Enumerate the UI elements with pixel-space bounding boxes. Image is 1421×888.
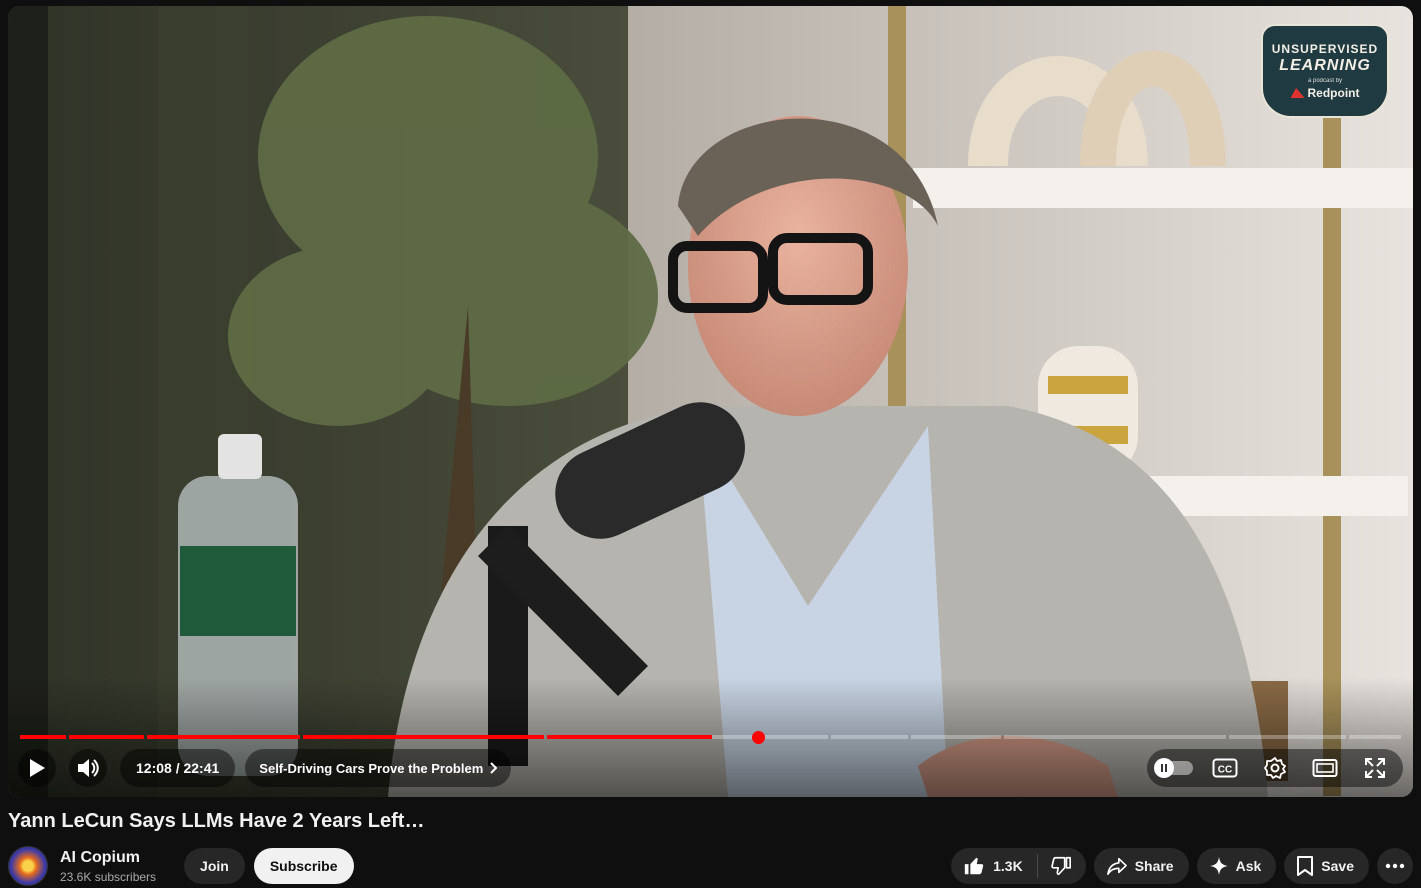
autoplay-knob [1154, 758, 1174, 778]
chapter-segment[interactable] [830, 735, 909, 739]
chapter-segment[interactable] [147, 735, 301, 739]
play-icon [30, 759, 45, 777]
share-button[interactable]: Share [1093, 848, 1189, 884]
badge-line-4: Redpoint [1290, 86, 1360, 100]
sparkle-icon [1209, 857, 1228, 875]
video-title: Yann LeCun Says LLMs Have 2 Years Left… [8, 810, 425, 832]
more-actions-button[interactable] [1377, 848, 1413, 884]
chapter-played-fill [147, 735, 301, 739]
channel-name[interactable]: AI Copium [60, 849, 156, 867]
like-count: 1.3K [993, 858, 1023, 874]
autoplay-toggle[interactable] [1153, 749, 1197, 787]
volume-icon [78, 759, 99, 777]
theater-mode-button[interactable] [1303, 749, 1347, 787]
video-actions: 1.3K Share Ask Save [951, 848, 1413, 884]
ask-label: Ask [1235, 858, 1262, 874]
chapter-segment[interactable] [1229, 735, 1346, 739]
channel-owner-row: AI Copium 23.6K subscribers Join Subscri… [8, 846, 354, 886]
chapter-segment[interactable] [1348, 735, 1401, 739]
badge-line-1: UNSUPERVISED [1271, 42, 1379, 56]
progress-bar[interactable] [20, 735, 1401, 739]
chapter-segment[interactable] [20, 735, 67, 739]
badge-brand: Redpoint [1307, 86, 1360, 100]
play-button[interactable] [18, 749, 56, 787]
thumbs-down-icon [1050, 856, 1071, 876]
svg-text:CC: CC [1218, 765, 1232, 776]
subscribe-button[interactable]: Subscribe [253, 848, 354, 884]
volume-button[interactable] [69, 749, 107, 787]
chapter-played-fill [303, 735, 544, 739]
dislike-button[interactable] [1038, 848, 1086, 884]
channel-meta: AI Copium 23.6K subscribers [60, 849, 156, 884]
like-dislike-group: 1.3K [951, 848, 1086, 884]
theater-mode-icon [1312, 759, 1338, 777]
chapter-segment[interactable] [911, 735, 1002, 739]
scrubber-handle[interactable] [752, 731, 765, 744]
badge-line-2: LEARNING [1279, 57, 1371, 74]
time-display: 12:08 / 22:41 [120, 749, 236, 787]
ask-button[interactable]: Ask [1196, 848, 1277, 884]
chapter-title-button[interactable]: Self-Driving Cars Prove the Problem [245, 749, 512, 787]
podcast-logo-badge: UNSUPERVISED LEARNING a podcast by Redpo… [1261, 24, 1389, 118]
redpoint-logo-icon [1290, 88, 1305, 98]
chapter-played-fill [69, 735, 145, 739]
chevron-right-icon [490, 762, 498, 774]
settings-button[interactable] [1253, 749, 1297, 787]
channel-avatar[interactable] [8, 846, 48, 886]
gear-icon [1264, 757, 1286, 779]
fullscreen-icon [1365, 758, 1385, 778]
chapter-segment[interactable] [1004, 735, 1227, 739]
chapter-segment[interactable] [69, 735, 145, 739]
video-player[interactable]: UNSUPERVISED LEARNING a podcast by Redpo… [8, 6, 1413, 797]
right-controls-pill: CC [1147, 749, 1403, 787]
like-button[interactable]: 1.3K [951, 848, 1037, 884]
right-controls: CC [1147, 749, 1403, 787]
subscriber-count: 23.6K subscribers [60, 869, 157, 884]
chapter-played-fill [20, 735, 67, 739]
badge-line-3: a podcast by [1307, 78, 1343, 84]
save-button[interactable]: Save [1284, 848, 1369, 884]
join-button[interactable]: Join [184, 848, 245, 884]
save-label: Save [1321, 858, 1354, 874]
fullscreen-button[interactable] [1353, 749, 1397, 787]
chapter-played-fill [546, 735, 713, 739]
chapter-segment[interactable] [303, 735, 544, 739]
chapter-segment[interactable] [546, 735, 828, 739]
captions-button[interactable]: CC [1203, 749, 1247, 787]
share-label: Share [1134, 858, 1174, 874]
share-arrow-icon [1106, 857, 1127, 875]
player-controls: 12:08 / 22:41 Self-Driving Cars Prove th… [18, 749, 1403, 787]
chapter-title: Self-Driving Cars Prove the Problem [259, 760, 484, 776]
more-horizontal-icon [1385, 863, 1405, 869]
captions-icon: CC [1212, 758, 1238, 778]
bookmark-icon [1297, 856, 1314, 876]
pause-icon [1161, 764, 1167, 772]
thumbs-up-icon [964, 857, 984, 875]
autoplay-toggle-icon [1154, 758, 1193, 778]
